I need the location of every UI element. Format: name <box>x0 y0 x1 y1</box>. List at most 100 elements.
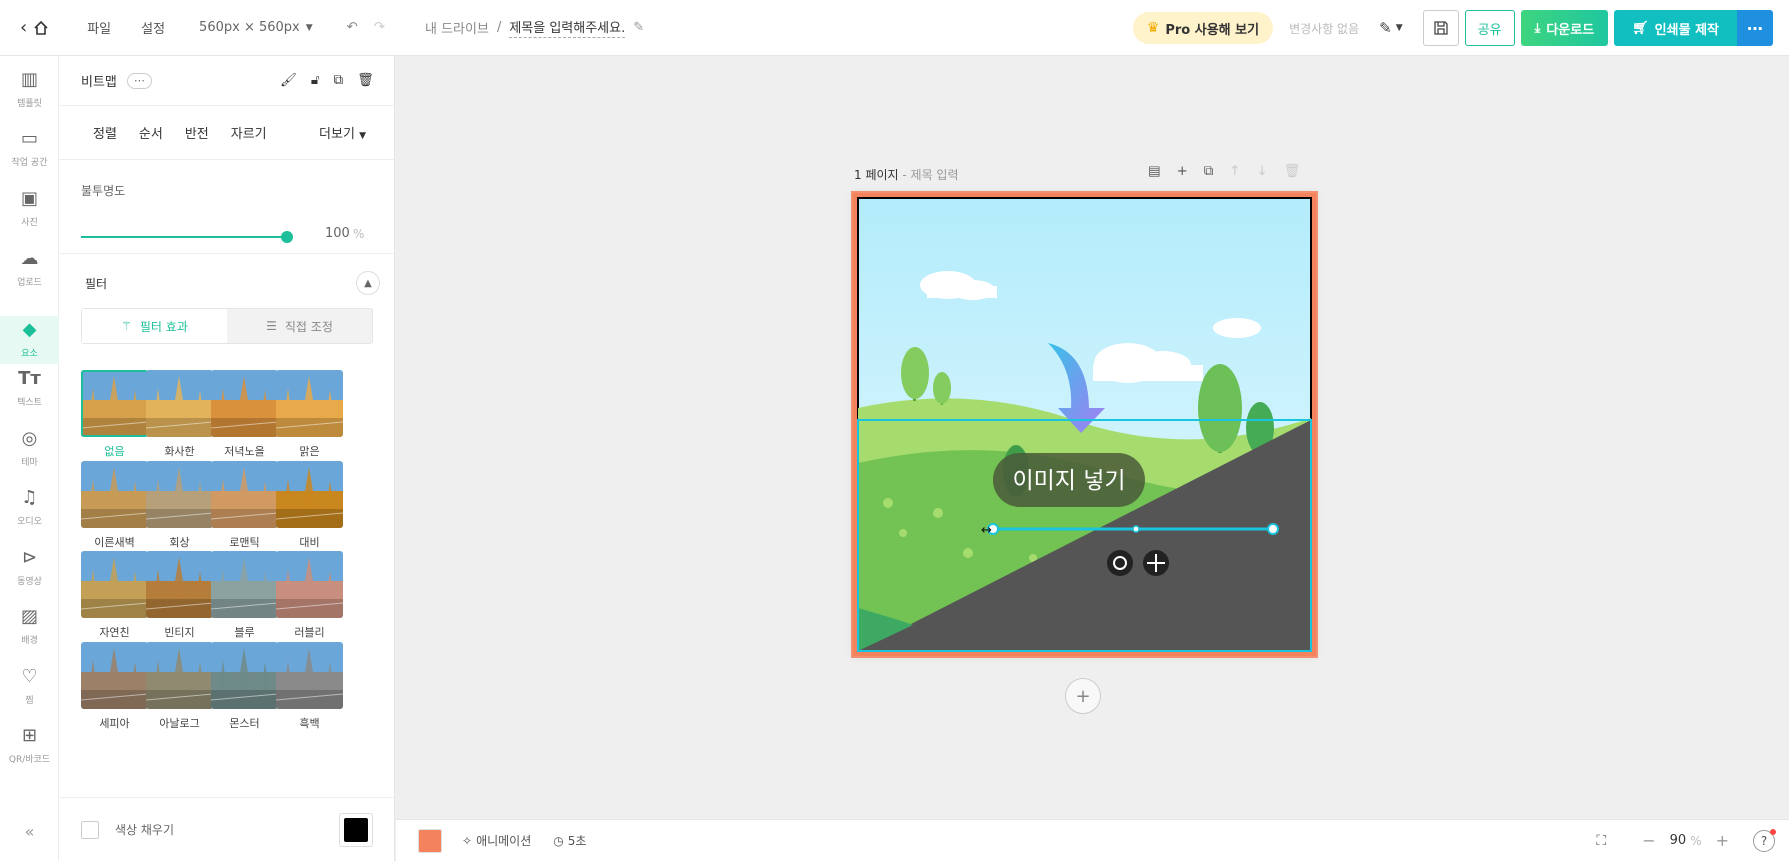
tab-filter-effects[interactable]: ⚚ 필터 효과 <box>82 309 227 343</box>
chevron-up-icon[interactable]: ▲ <box>356 271 380 295</box>
filter-preview-image <box>211 642 278 709</box>
print-order-label: 인쇄물 제작 <box>1654 22 1719 38</box>
redo-icon[interactable]: ↷ <box>374 20 385 35</box>
zoom-value[interactable]: 90 <box>1670 833 1687 848</box>
sidebar-item-upload[interactable]: ☁ 업로드 <box>0 245 59 293</box>
trash-icon[interactable]: 🗑︎ <box>357 73 374 88</box>
zoom-out-icon[interactable]: − <box>1642 831 1655 850</box>
save-button[interactable] <box>1422 10 1459 46</box>
filter-thumb[interactable]: 로맨틱 <box>211 461 278 550</box>
filter-thumb[interactable]: 블루 <box>211 551 278 640</box>
duplicate-page-icon[interactable]: ⧉ <box>1204 164 1214 179</box>
cart-icon: 🛒︎ <box>1632 20 1649 36</box>
file-menu[interactable]: 파일 <box>87 18 111 37</box>
tab-order[interactable]: 순서 <box>139 123 163 142</box>
help-button[interactable]: ? <box>1753 828 1776 852</box>
pencil-icon[interactable]: ✎ <box>633 20 644 35</box>
background-color-swatch[interactable] <box>418 828 442 853</box>
fullscreen-icon[interactable]: ⛶ <box>1596 833 1606 849</box>
canvas-size-select[interactable]: 560px × 560px ▼ <box>199 20 313 35</box>
page-memo-icon[interactable]: ▤ <box>1148 164 1161 179</box>
zoom-in-icon[interactable]: + <box>1716 831 1729 850</box>
image-placeholder-label[interactable]: 이미지 넣기 <box>1012 468 1125 494</box>
filter-thumb[interactable]: 빈티지 <box>146 551 213 640</box>
canvas-illustration[interactable]: 이미지 넣기 ↔ <box>853 193 1316 656</box>
filter-thumb[interactable]: 몬스터 <box>211 642 278 731</box>
background-icon: ▨ <box>20 606 38 627</box>
filter-preview-image <box>276 642 343 709</box>
sidebar-item-template[interactable]: ▥ 템플릿 <box>0 66 59 114</box>
pro-trial-button[interactable]: ♛ Pro 사용해 보기 <box>1132 12 1274 44</box>
filter-thumb[interactable]: 대비 <box>276 461 343 550</box>
sidebar-item-text[interactable]: Tт 텍스트 <box>0 365 59 413</box>
sidebar-item-audio[interactable]: ♫ 오디오 <box>0 484 59 532</box>
arrow-up-icon[interactable]: ↑ <box>1229 164 1240 179</box>
color-fill-label: 색상 채우기 <box>115 823 175 837</box>
undo-icon[interactable]: ↶ <box>347 20 358 35</box>
filter-thumb[interactable]: 이른새벽 <box>81 461 148 550</box>
opacity-value[interactable]: 100 <box>325 226 350 241</box>
sidebar-item-theme[interactable]: ◎ 테마 <box>0 425 59 473</box>
move-icon[interactable] <box>1143 550 1169 576</box>
color-fill-checkbox[interactable] <box>81 820 99 839</box>
filter-mode-toggle: ⚚ 필터 효과 ☰ 직접 조정 <box>81 308 373 344</box>
duplicate-icon[interactable]: ⧉ <box>334 73 344 88</box>
tab-align[interactable]: 정렬 <box>93 123 117 142</box>
download-button[interactable]: ⤓ 다운로드 <box>1520 10 1609 46</box>
collapse-sidebar-icon[interactable]: « <box>0 822 59 841</box>
sidebar-item-photo[interactable]: ▣ 사진 <box>0 185 59 233</box>
page-timer-button[interactable]: ◷ 5초 <box>553 832 586 849</box>
more-dropdown[interactable]: 더보기 ▼ <box>319 123 366 142</box>
filter-thumb[interactable]: 저녁노을 <box>211 370 278 459</box>
sidebar-item-qr[interactable]: ⊞ QR/바코드 <box>0 722 59 770</box>
filter-thumb[interactable]: 자연친 <box>81 551 148 640</box>
home-button[interactable]: ‹ <box>20 18 49 37</box>
filter-thumb[interactable]: 아날로그 <box>146 642 213 731</box>
filter-preview-image <box>146 370 213 437</box>
filter-thumb[interactable]: 회상 <box>146 461 213 550</box>
more-options-button[interactable]: ⋯ <box>1737 10 1773 46</box>
draw-tool-button[interactable]: ✎ ▼ <box>1379 19 1403 37</box>
filter-thumb[interactable]: 화사한 <box>146 370 213 459</box>
tab-flip[interactable]: 반전 <box>185 123 209 142</box>
artboard[interactable]: 이미지 넣기 ↔ <box>851 191 1318 658</box>
filter-thumb[interactable]: 없음 <box>81 370 148 459</box>
sidebar-item-video[interactable]: ⊳ 동영상 <box>0 544 59 592</box>
filter-thumb[interactable]: 맑은 <box>276 370 343 459</box>
filter-thumb[interactable]: 러블리 <box>276 551 343 640</box>
delete-page-icon[interactable]: 🗑︎ <box>1284 164 1301 179</box>
element-options-button[interactable]: ⋯ <box>126 72 152 89</box>
settings-menu[interactable]: 설정 <box>141 18 165 37</box>
filter-thumb[interactable]: 흑백 <box>276 642 343 731</box>
lock-icon[interactable]: 🔓︎ <box>311 73 320 88</box>
add-page-button[interactable]: + <box>1065 678 1101 714</box>
filter-preview-image <box>146 551 213 618</box>
print-order-button[interactable]: 🛒︎ 인쇄물 제작 <box>1614 10 1737 46</box>
line-handle-right[interactable] <box>1267 523 1279 535</box>
add-page-icon[interactable]: + <box>1177 164 1188 179</box>
tab-manual-adjust[interactable]: ☰ 직접 조정 <box>227 309 372 343</box>
chevron-down-icon: ▼ <box>359 131 366 141</box>
filter-thumb[interactable]: 세피아 <box>81 642 148 731</box>
animation-button[interactable]: ✧ 애니메이션 <box>462 832 531 849</box>
page-title-input[interactable]: - 제목 입력 <box>899 168 958 182</box>
line-handle-middle[interactable] <box>1132 525 1140 533</box>
sidebar-item-workspace[interactable]: ▭ 작업 공간 <box>0 125 59 173</box>
sidebar-item-background[interactable]: ▨ 배경 <box>0 603 59 651</box>
filter-name: 저녁노을 <box>224 445 265 458</box>
sidebar-item-elements[interactable]: ◆ 요소 <box>0 316 59 364</box>
sidebar-item-favorites[interactable]: ♡ 찜 <box>0 663 59 711</box>
opacity-slider-track[interactable] <box>81 236 287 238</box>
share-button[interactable]: 공유 <box>1464 10 1515 46</box>
arrow-down-icon[interactable]: ↓ <box>1256 164 1267 179</box>
panel-title: 비트맵 <box>81 75 117 90</box>
document-title[interactable]: 제목을 입력해주세요. <box>509 17 626 38</box>
tab-crop[interactable]: 자르기 <box>231 123 267 142</box>
format-paint-icon[interactable]: 🖌︎ <box>280 73 297 88</box>
opacity-slider-handle[interactable] <box>281 231 293 243</box>
resize-cursor-icon: ↔ <box>981 523 992 538</box>
breadcrumb-drive[interactable]: 내 드라이브 <box>425 18 489 37</box>
fill-color-swatch[interactable] <box>339 812 373 847</box>
rotate-icon[interactable] <box>1107 550 1133 576</box>
help-icon: ? <box>1760 833 1768 848</box>
